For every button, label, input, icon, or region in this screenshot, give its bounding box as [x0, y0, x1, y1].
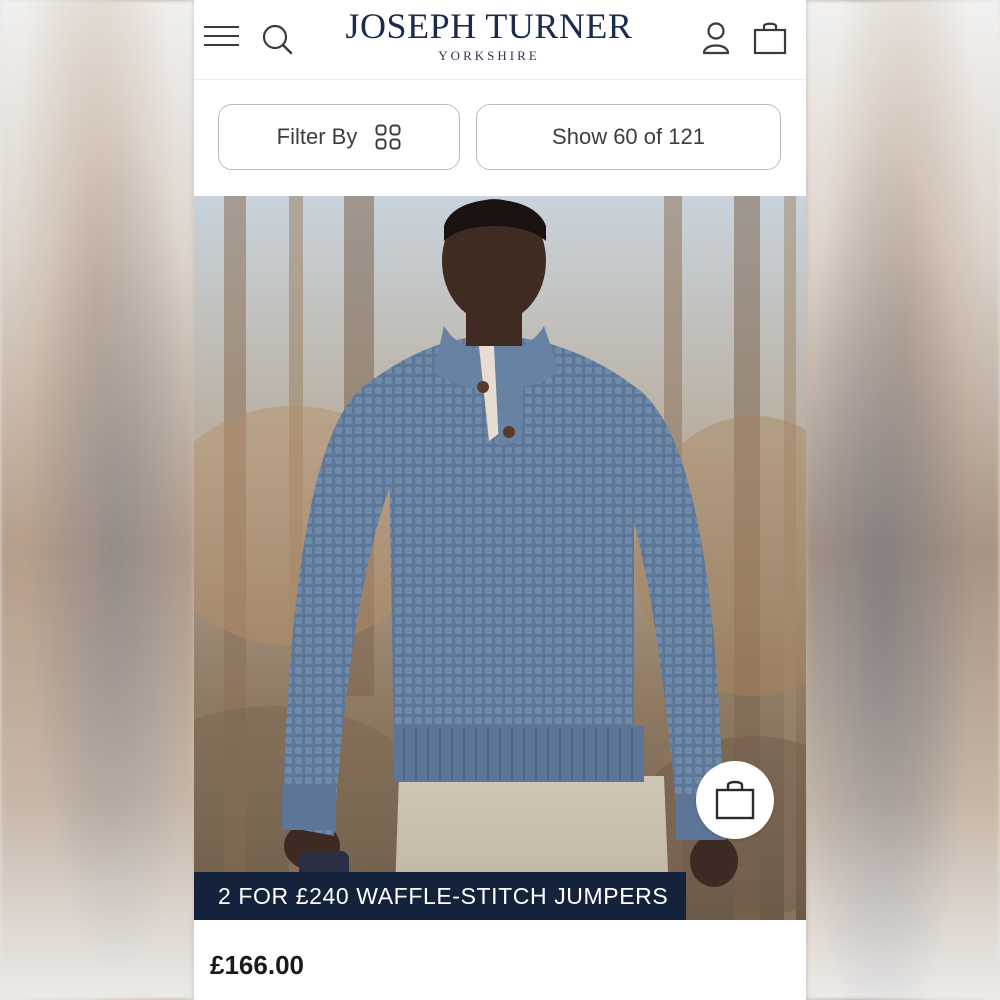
brand-name: JOSEPH TURNER	[345, 6, 633, 46]
brand-subtitle: YORKSHIRE	[438, 48, 540, 63]
promo-banner: 2 FOR £240 WAFFLE-STITCH JUMPERS	[194, 872, 686, 920]
menu-icon[interactable]	[204, 24, 240, 48]
background-blur-right	[806, 0, 1000, 1000]
product-price: £166.00	[210, 950, 304, 980]
brand-logo[interactable]: JOSEPH TURNER YORKSHIRE	[334, 4, 644, 64]
bag-icon[interactable]	[752, 20, 788, 56]
listing-controls: Filter By Show 60 of 121	[194, 80, 806, 196]
site-header: JOSEPH TURNER YORKSHIRE	[194, 0, 806, 80]
filter-by-label: Filter By	[276, 124, 358, 149]
promo-text: 2 FOR £240 WAFFLE-STITCH JUMPERS	[218, 882, 669, 909]
show-count-label: Show 60 of 121	[552, 124, 705, 149]
filter-by-button[interactable]: Filter By	[218, 104, 460, 170]
mobile-page: JOSEPH TURNER YORKSHIRE Filter By Show 6…	[194, 0, 806, 1000]
show-count-button[interactable]: Show 60 of 121	[476, 104, 781, 170]
quick-add-bag-button[interactable]	[696, 761, 774, 839]
search-icon[interactable]	[260, 22, 294, 56]
background-blur-left	[0, 0, 194, 1000]
grid-icon	[375, 124, 401, 150]
shopping-bag-icon	[715, 780, 755, 820]
product-image[interactable]: 2 FOR £240 WAFFLE-STITCH JUMPERS	[194, 196, 806, 920]
account-icon[interactable]	[699, 20, 733, 56]
